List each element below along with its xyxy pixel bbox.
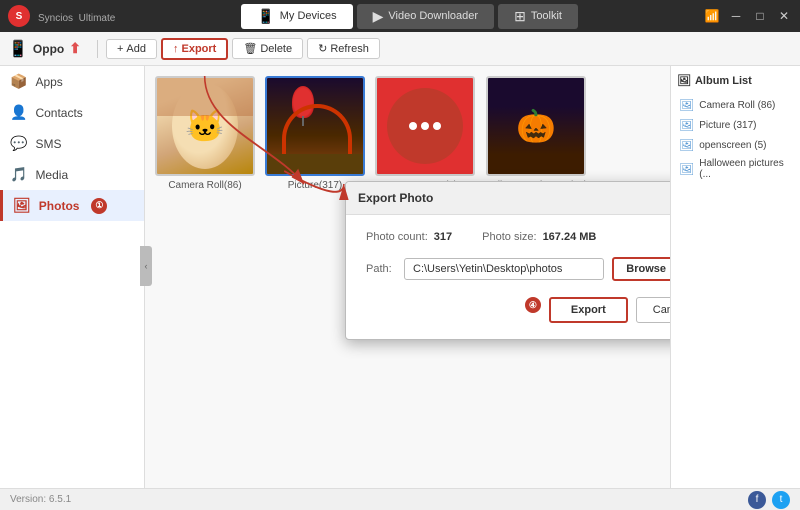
export-icon: ↑ bbox=[173, 43, 179, 55]
right-panel: 🖼 Album List 🖼 Camera Roll (86) 🖼 Pictur… bbox=[670, 66, 800, 510]
browse-button[interactable]: Browse bbox=[612, 257, 670, 281]
twitter-button[interactable]: t bbox=[772, 491, 790, 509]
sms-icon: 💬 bbox=[10, 135, 27, 152]
wifi-icon: 📶 bbox=[704, 9, 720, 23]
export-confirm-button[interactable]: Export bbox=[549, 297, 628, 323]
title-bar: S Syncios Ultimate 📱 My Devices ▶ Video … bbox=[0, 0, 800, 32]
refresh-icon: ↻ bbox=[318, 42, 327, 55]
panel-halloween[interactable]: 🖼 Halloween pictures (... bbox=[677, 155, 794, 183]
cancel-button[interactable]: Cancel bbox=[636, 297, 670, 323]
sidebar-item-contacts[interactable]: 👤 Contacts bbox=[0, 97, 144, 128]
apps-icon: 📦 bbox=[10, 73, 27, 90]
tab-video-downloader[interactable]: ▶ Video Downloader bbox=[357, 4, 494, 29]
add-button[interactable]: + Add bbox=[106, 39, 157, 59]
panel-openscreen[interactable]: 🖼 openscreen (5) bbox=[677, 135, 794, 155]
album-icon: 🖼 bbox=[677, 74, 691, 87]
phone-icon: 📱 bbox=[257, 8, 274, 25]
panel-icon-1: 🖼 bbox=[679, 98, 694, 112]
social-icons: f t bbox=[748, 491, 790, 509]
window-controls: 📶 ─ □ ✕ bbox=[704, 9, 792, 23]
refresh-button[interactable]: ↻ Refresh bbox=[307, 38, 380, 59]
photo-size-field: Photo size: 167.24 MB bbox=[482, 231, 596, 243]
app-logo: S bbox=[8, 5, 30, 27]
maximize-button[interactable]: □ bbox=[752, 9, 768, 23]
sidebar-item-sms[interactable]: 💬 SMS bbox=[0, 128, 144, 159]
device-icon: 📱 bbox=[8, 39, 28, 59]
facebook-button[interactable]: f bbox=[748, 491, 766, 509]
panel-icon-4: 🖼 bbox=[679, 162, 694, 176]
dialog-info-row: Photo count: 317 Photo size: 167.24 MB bbox=[366, 231, 670, 243]
sidebar-item-apps[interactable]: 📦 Apps bbox=[0, 66, 144, 97]
sidebar-item-photos[interactable]: 🖼 Photos ① bbox=[0, 190, 144, 221]
device-label: 📱 Oppo ⬆ bbox=[8, 39, 81, 59]
dialog-body: Photo count: 317 Photo size: 167.24 MB P… bbox=[346, 215, 670, 339]
separator-1 bbox=[97, 40, 98, 58]
photo-size-label: Photo size: bbox=[482, 231, 536, 243]
version-label: Version: 6.5.1 bbox=[10, 494, 71, 505]
play-icon: ▶ bbox=[373, 8, 384, 25]
photo-count-field: Photo count: 317 bbox=[366, 231, 452, 243]
dialog-path-row: Path: Browse ③ bbox=[366, 257, 670, 281]
media-icon: 🎵 bbox=[10, 166, 27, 183]
panel-title: 🖼 Album List bbox=[677, 74, 794, 87]
tab-toolkit[interactable]: ⊞ Toolkit bbox=[498, 4, 578, 29]
sidebar: 📦 Apps 👤 Contacts 💬 SMS 🎵 Media 🖼 Photos… bbox=[0, 66, 145, 510]
panel-icon-2: 🖼 bbox=[679, 118, 694, 132]
photo-count-value: 317 bbox=[434, 231, 452, 243]
toolbar: 📱 Oppo ⬆ + Add ↑ Export 🗑 Delete ↻ Refre… bbox=[0, 32, 800, 66]
upload-icon: ⬆ bbox=[69, 40, 81, 57]
content-area: ② 🐱 Camera Roll(86) bbox=[145, 66, 670, 510]
app-name: Syncios Ultimate bbox=[36, 9, 115, 24]
main-layout: 📦 Apps 👤 Contacts 💬 SMS 🎵 Media 🖼 Photos… bbox=[0, 66, 800, 510]
delete-icon: 🗑 bbox=[243, 42, 257, 55]
panel-picture[interactable]: 🖼 Picture (317) bbox=[677, 115, 794, 135]
annotation-4: ④ bbox=[525, 297, 541, 313]
dialog-title: Export Photo bbox=[358, 191, 433, 205]
annotation-1: ① bbox=[91, 198, 107, 214]
delete-button[interactable]: 🗑 Delete bbox=[232, 38, 303, 59]
add-icon: + bbox=[117, 43, 123, 55]
export-button[interactable]: ↑ Export bbox=[161, 38, 228, 60]
title-bar-left: S Syncios Ultimate bbox=[8, 5, 115, 27]
export-dialog: Export Photo ✕ Photo count: 317 Photo si… bbox=[345, 181, 670, 340]
minimize-button[interactable]: ─ bbox=[728, 9, 744, 23]
photo-size-value: 167.24 MB bbox=[543, 231, 597, 243]
nav-tabs: 📱 My Devices ▶ Video Downloader ⊞ Toolki… bbox=[241, 4, 578, 29]
path-input[interactable] bbox=[404, 258, 604, 280]
dialog-actions: ④ Export Cancel bbox=[366, 297, 670, 323]
dialog-header: Export Photo ✕ bbox=[346, 182, 670, 215]
path-label: Path: bbox=[366, 263, 396, 275]
photos-icon: 🖼 bbox=[13, 197, 31, 214]
photo-count-label: Photo count: bbox=[366, 231, 428, 243]
contacts-icon: 👤 bbox=[10, 104, 27, 121]
panel-camera-roll[interactable]: 🖼 Camera Roll (86) bbox=[677, 95, 794, 115]
toolkit-icon: ⊞ bbox=[514, 8, 526, 25]
tab-my-devices[interactable]: 📱 My Devices bbox=[241, 4, 352, 29]
dialog-overlay: Export Photo ✕ Photo count: 317 Photo si… bbox=[145, 66, 670, 510]
sidebar-item-media[interactable]: 🎵 Media bbox=[0, 159, 144, 190]
close-button[interactable]: ✕ bbox=[776, 9, 792, 23]
panel-icon-3: 🖼 bbox=[679, 138, 694, 152]
